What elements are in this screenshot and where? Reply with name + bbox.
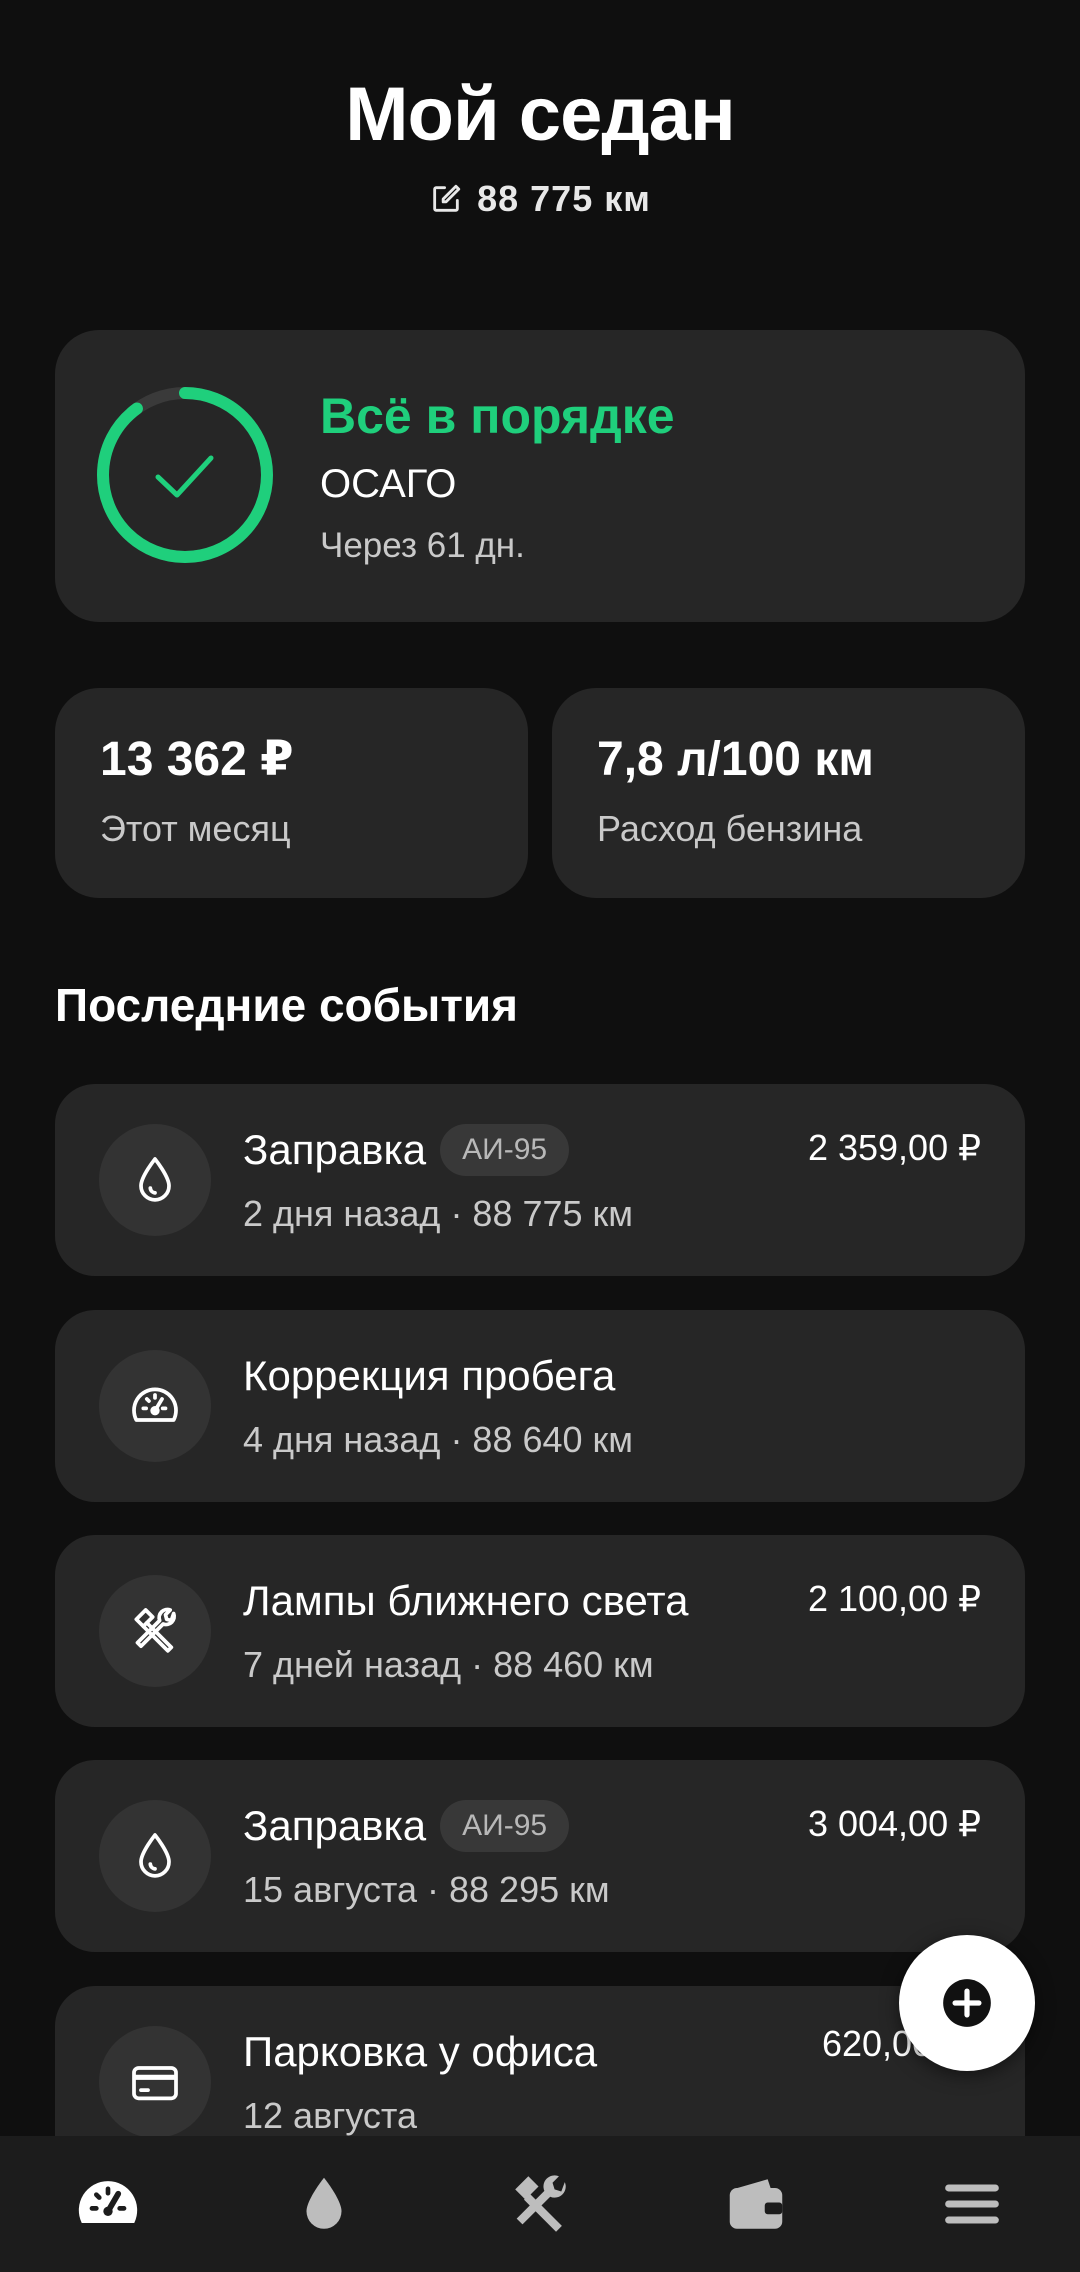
- wallet-icon: [729, 2179, 783, 2229]
- fuel-type-badge: АИ-95: [440, 1124, 570, 1176]
- event-title: Коррекция пробега: [243, 1352, 616, 1399]
- speedometer-icon: [78, 2181, 138, 2223]
- event-subtitle: 2 дня назад · 88 775 км: [243, 1193, 634, 1234]
- odometer-value: 88 775 км: [477, 178, 651, 219]
- event-subtitle: 4 дня назад · 88 640 км: [243, 1419, 634, 1460]
- nav-dashboard[interactable]: [48, 2144, 168, 2264]
- event-title: Лампы ближнего света: [243, 1577, 689, 1624]
- event-subtitle: 15 августа · 88 295 км: [243, 1869, 610, 1910]
- nav-service[interactable]: [480, 2144, 600, 2264]
- status-ring-progress: [97, 387, 273, 563]
- fuel-consumption-label: Расход бензина: [597, 808, 863, 849]
- menu-icon: [945, 2184, 999, 2224]
- event-icon-container: [99, 1575, 211, 1687]
- nav-fuel[interactable]: [264, 2144, 384, 2264]
- bottom-navigation: [0, 2136, 1080, 2272]
- odometer[interactable]: 88 775 км: [0, 178, 1080, 220]
- event-amount: 2 359,00 ₽: [807, 1127, 981, 1168]
- status-item: ОСАГО: [320, 462, 457, 506]
- event-title: Парковка у офиса: [243, 2028, 598, 2075]
- section-title-recent-events: Последние события: [55, 979, 518, 1031]
- drop-icon: [139, 1833, 171, 1878]
- status-ring: [97, 387, 273, 563]
- status-due: Через 61 дн.: [320, 526, 525, 565]
- nav-menu[interactable]: [912, 2144, 1032, 2264]
- event-icon-container: [99, 1800, 211, 1912]
- event-icon-container: [99, 1124, 211, 1236]
- header: Мой седан 88 775 км: [0, 60, 1080, 220]
- card-icon: [132, 2066, 178, 2101]
- event-title: Заправка: [243, 1802, 427, 1849]
- edit-icon: [433, 184, 461, 212]
- event-icon-container: [99, 2026, 211, 2138]
- event-amount: 3 004,00 ₽: [807, 1803, 981, 1844]
- fuel-type-badge: АИ-95: [440, 1800, 570, 1852]
- drop-icon: [306, 2177, 342, 2229]
- list-item[interactable]: Коррекция пробега 4 дня назад · 88 640 к…: [55, 1310, 1025, 1502]
- month-expenses-value: 13 362 ₽: [100, 733, 294, 786]
- event-icon-container: [99, 1350, 211, 1462]
- tools-icon: [134, 1607, 177, 1653]
- event-amount: 2 100,00 ₽: [807, 1578, 981, 1619]
- month-expenses-label: Этот месяц: [100, 808, 291, 849]
- event-title: Заправка: [243, 1126, 427, 1173]
- status-title: Всё в порядке: [320, 388, 675, 444]
- list-item[interactable]: Лампы ближнего света 7 дней назад · 88 4…: [55, 1535, 1025, 1727]
- list-item[interactable]: Заправка АИ-95 2 дня назад · 88 775 км 2…: [55, 1084, 1025, 1276]
- fuel-consumption-value: 7,8 л/100 км: [597, 733, 874, 786]
- speedometer-icon: [132, 1387, 178, 1422]
- nav-expenses[interactable]: [696, 2144, 816, 2264]
- status-card[interactable]: Всё в порядке ОСАГО Через 61 дн.: [55, 330, 1025, 622]
- event-subtitle: 7 дней назад · 88 460 км: [243, 1644, 654, 1685]
- fuel-consumption-card[interactable]: 7,8 л/100 км Расход бензина: [552, 688, 1025, 898]
- page-title: Мой седан: [345, 72, 736, 157]
- event-subtitle: 12 августа: [243, 2095, 418, 2136]
- month-expenses-card[interactable]: 13 362 ₽ Этот месяц: [55, 688, 528, 898]
- drop-icon: [139, 1157, 171, 1202]
- check-icon: [155, 455, 214, 498]
- add-event-button[interactable]: [899, 1935, 1035, 2071]
- tools-icon: [515, 2175, 566, 2232]
- plus-circle-icon: [943, 1979, 991, 2027]
- list-item[interactable]: Заправка АИ-95 15 августа · 88 295 км 3 …: [55, 1760, 1025, 1952]
